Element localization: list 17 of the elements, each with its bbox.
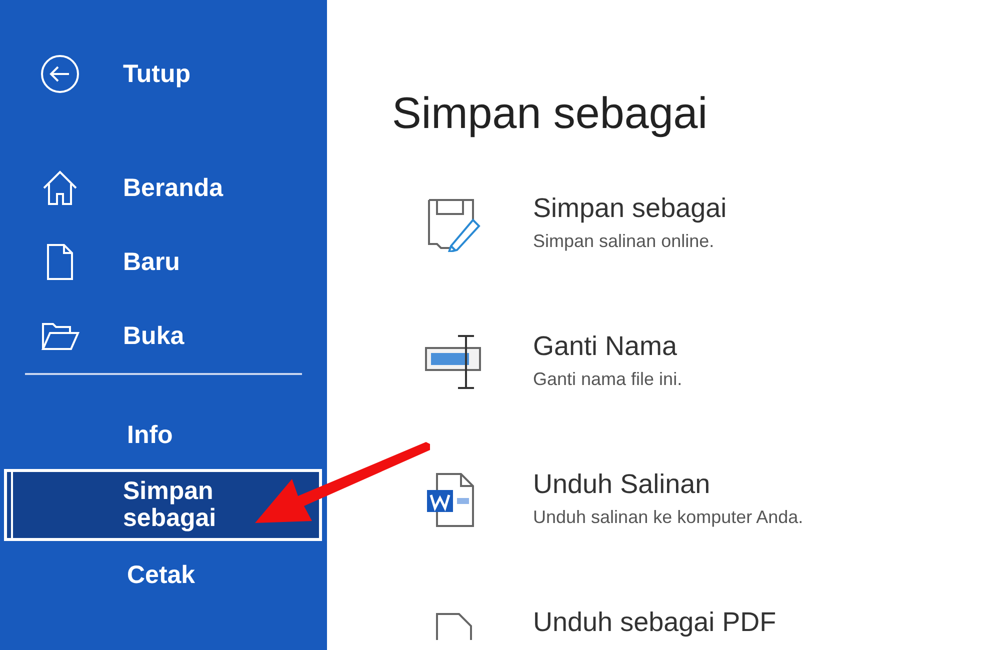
option-title[interactable]: Unduh sebagai PDF: [533, 606, 776, 638]
sidebar-item[interactable]: Cetak: [4, 545, 323, 605]
option-title[interactable]: Ganti Nama: [533, 330, 682, 362]
rename-icon: [425, 334, 481, 390]
option-title[interactable]: Simpan sebagai: [533, 192, 727, 224]
sidebar-item[interactable]: Simpan sebagai: [4, 469, 322, 541]
save-edit-icon: [425, 196, 481, 252]
sidebar-item[interactable]: Buka: [0, 313, 327, 359]
page-title: Simpan sebagai: [392, 88, 709, 140]
sidebar-item[interactable]: Info: [4, 405, 323, 465]
sidebar-item[interactable]: Baru: [0, 239, 327, 285]
option-title[interactable]: Unduh Salinan: [533, 468, 804, 500]
option-description: Simpan salinan online.: [533, 230, 716, 253]
option-description: Unduh salinan ke komputer Anda.: [533, 506, 804, 529]
close-button[interactable]: Tutup: [0, 51, 327, 97]
option-description: Ganti nama file ini.: [533, 368, 682, 391]
sidebar-item[interactable]: Beranda: [0, 165, 327, 211]
